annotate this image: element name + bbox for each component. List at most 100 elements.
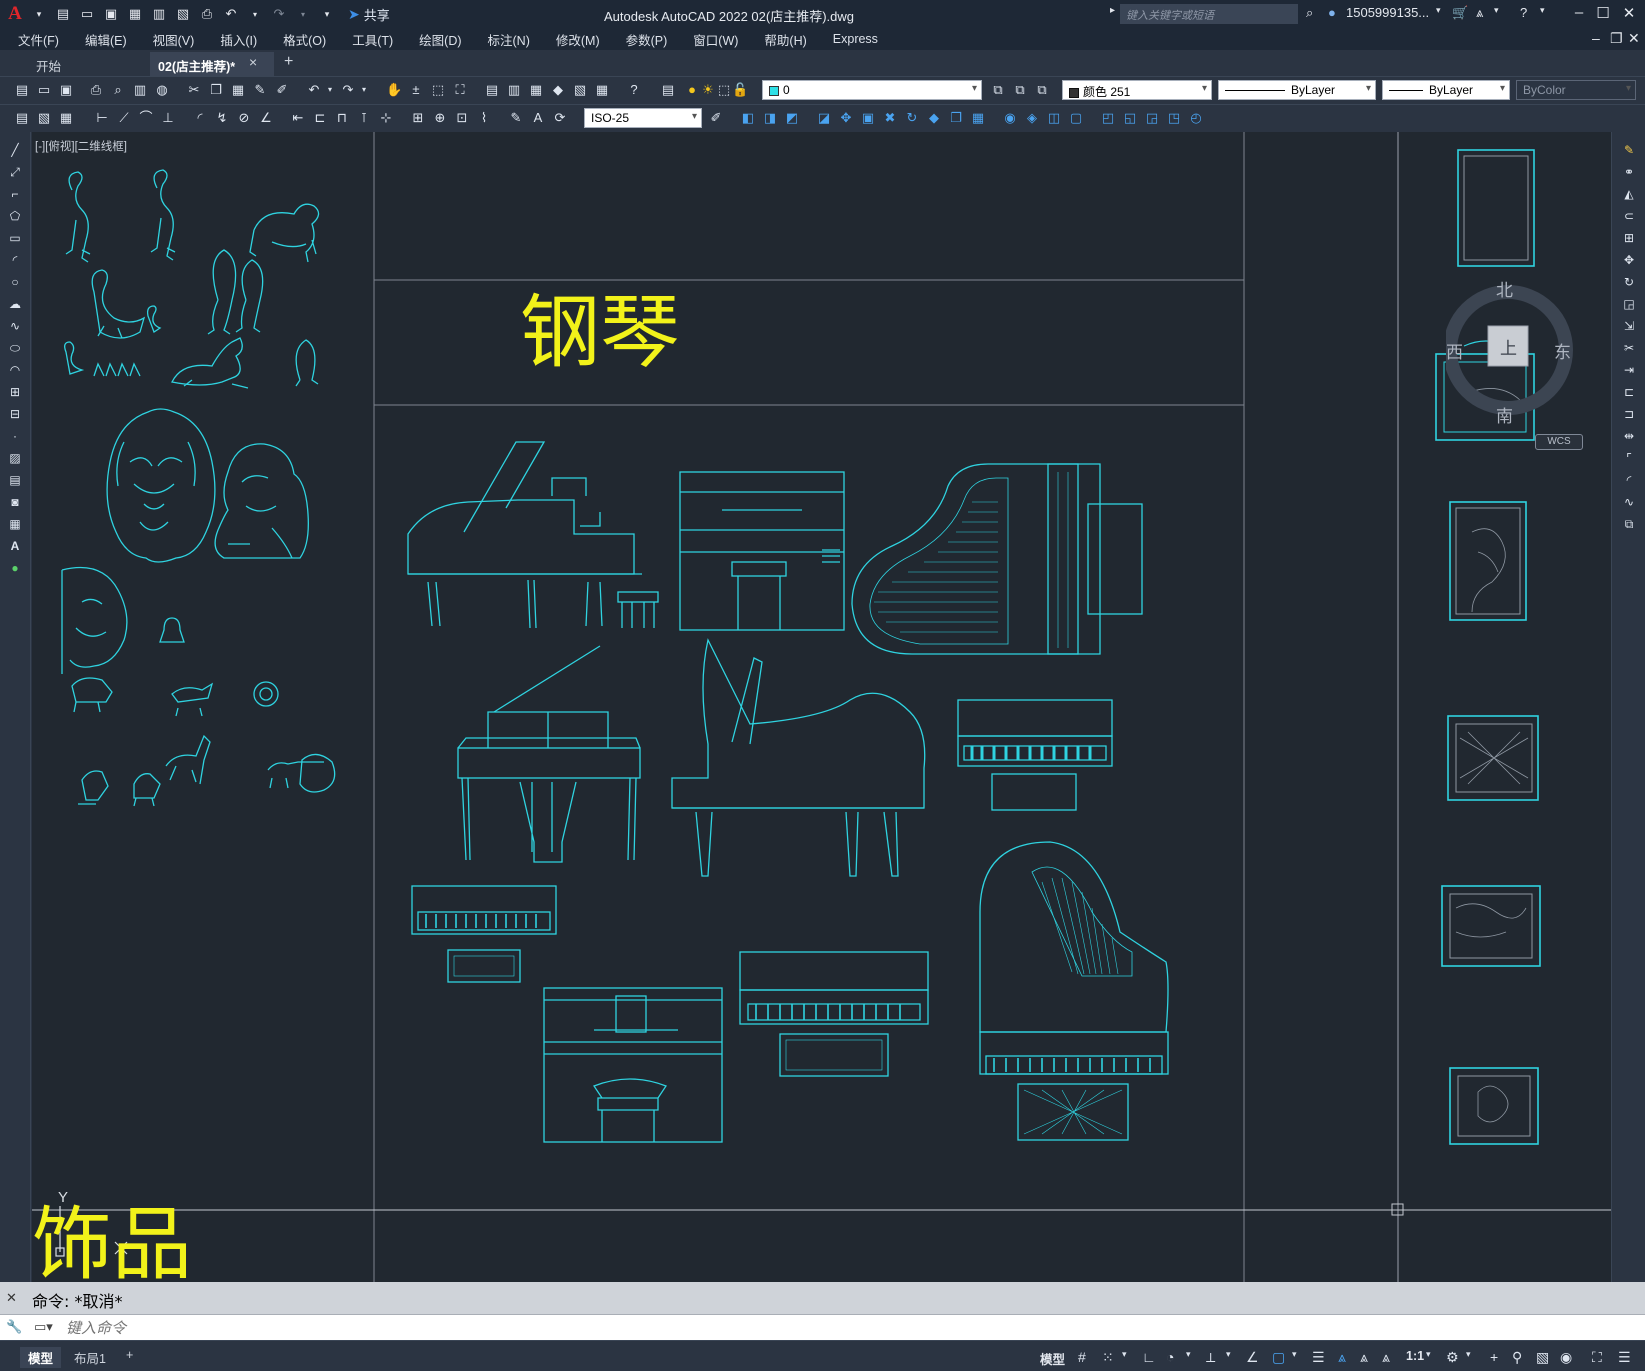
command-input[interactable] (66, 1318, 1626, 1338)
imprint-icon[interactable]: ◉ (1002, 110, 1018, 126)
command-prompt-icon[interactable]: ▭▾ (34, 1319, 53, 1335)
drawing-canvas[interactable]: [-][俯视][二维线框] 钢琴 饰品 Y 北 南 东 西 上 WCS (32, 132, 1611, 1282)
insert-block-icon[interactable]: ⊞ (7, 384, 23, 400)
gradient-icon[interactable]: ▤ (7, 472, 23, 488)
blend-curves-icon[interactable]: ∿ (1621, 494, 1637, 510)
thicken-icon[interactable]: ◲ (1144, 110, 1160, 126)
region-icon[interactable]: ◙ (7, 494, 23, 510)
grid-icon[interactable]: # (1078, 1349, 1086, 1365)
dim-update-icon[interactable]: ⟳ (552, 110, 568, 126)
circle-icon[interactable]: ○ (7, 274, 23, 290)
ortho-icon[interactable]: ∟ (1142, 1349, 1156, 1365)
viewcube[interactable]: 北 南 东 西 上 (1443, 274, 1596, 429)
customization-menu-icon[interactable]: ☰ (1618, 1349, 1631, 1366)
qnew-icon[interactable]: ▤ (14, 82, 30, 98)
move-icon[interactable]: ✥ (1621, 252, 1637, 268)
plot-icon[interactable]: ⎙ (198, 5, 216, 23)
lineweight-dropdown[interactable]: ByLayer ▾ (1382, 80, 1510, 100)
hatch-icon[interactable]: ▨ (7, 450, 23, 466)
layer-states-icon[interactable]: ⧉ (1034, 82, 1050, 98)
draworder-icon[interactable]: ▤ (14, 110, 30, 126)
menu-window[interactable]: 窗口(W) (693, 30, 738, 49)
tolerance-icon[interactable]: ⊞ (410, 110, 426, 126)
paste-icon[interactable]: ▦ (230, 82, 246, 98)
user-icon[interactable]: ● (1328, 5, 1336, 20)
new-tab-button[interactable]: + (284, 53, 293, 71)
viewcube-top-face[interactable]: 上 (1500, 334, 1517, 359)
isolate-objects-icon[interactable]: ◉ (1560, 1349, 1572, 1366)
layer-viewport-icon[interactable]: ⬚ (716, 82, 732, 98)
model-space-button[interactable]: 模型 (1040, 1349, 1065, 1368)
open-icon[interactable]: ▭ (36, 82, 52, 98)
doc-close-button[interactable]: ✕ (1628, 30, 1640, 47)
isodraft-dropdown-icon[interactable]: ▾ (1226, 1349, 1231, 1360)
search-icon[interactable]: ⌕ (1306, 5, 1313, 21)
menu-edit[interactable]: 编辑(E) (85, 30, 127, 49)
extrude-faces-icon[interactable]: ◪ (816, 110, 832, 126)
match-icon[interactable]: ▧ (36, 110, 52, 126)
app-menu-chevron-icon[interactable]: ▾ (30, 5, 48, 23)
isodraft-icon[interactable]: ⟂ (1206, 1349, 1215, 1366)
annotation-scale-icon[interactable]: ⩓ (1382, 1349, 1390, 1366)
radius-dim-icon[interactable]: ◜ (192, 110, 208, 126)
center-mark-icon[interactable]: ⊕ (432, 110, 448, 126)
clean-icon[interactable]: ◈ (1024, 110, 1040, 126)
mirror-icon[interactable]: ◭ (1621, 186, 1637, 202)
object-snap-tracking-icon[interactable]: ∠ (1246, 1349, 1259, 1366)
store-cart-icon[interactable]: 🛒 (1452, 5, 1468, 21)
slice-icon[interactable]: ◱ (1122, 110, 1138, 126)
export-icon[interactable]: ▧ (174, 5, 192, 23)
trim-icon[interactable]: ✂ (1621, 340, 1637, 356)
viewcube-south[interactable]: 南 (1496, 402, 1513, 427)
dim-space-icon[interactable]: ⊺ (356, 110, 372, 126)
join-icon[interactable]: ⇹ (1621, 428, 1637, 444)
undo-dropdown-icon[interactable]: ▾ (246, 5, 264, 23)
clean-screen-icon[interactable]: ⛶ (1592, 1349, 1602, 1366)
make-current-layer-icon[interactable]: ⧉ (990, 82, 1006, 98)
ordinate-dim-icon[interactable]: ⊥ (160, 110, 176, 126)
linear-dim-icon[interactable]: ⊢ (94, 110, 110, 126)
shell-icon[interactable]: ▢ (1068, 110, 1084, 126)
block-editor-icon[interactable]: ✐ (274, 82, 290, 98)
extract-edges-icon[interactable]: ◴ (1188, 110, 1204, 126)
viewcube-west[interactable]: 西 (1446, 338, 1463, 363)
undo-list-icon[interactable]: ▾ (322, 82, 338, 98)
taper-faces-icon[interactable]: ◆ (926, 110, 942, 126)
menu-file[interactable]: 文件(F) (18, 30, 59, 49)
menu-tools[interactable]: 工具(T) (352, 30, 393, 49)
layer-unlock-icon[interactable]: 🔓 (732, 82, 748, 98)
polar-icon[interactable]: ◔ (1166, 1349, 1174, 1365)
polygon-icon[interactable]: ⬠ (7, 208, 23, 224)
menu-express[interactable]: Express (833, 32, 878, 46)
add-layout-button[interactable]: + (118, 1347, 141, 1363)
color-dropdown[interactable]: 颜色 251 ▾ (1062, 80, 1212, 100)
share-button[interactable]: ➤ 共享 (348, 5, 390, 24)
solid-subtract-icon[interactable]: ◨ (762, 110, 778, 126)
annotation-visibility-icon[interactable]: ⩓ (1338, 1349, 1346, 1366)
solid-union-icon[interactable]: ◧ (740, 110, 756, 126)
mtext-icon[interactable]: A (7, 538, 23, 554)
tool-palettes-icon[interactable]: ▦ (528, 82, 544, 98)
dim-break-icon[interactable]: ⊹ (378, 110, 394, 126)
layer-on-bulb-icon[interactable]: ● (684, 82, 700, 98)
spline-icon[interactable]: ∿ (7, 318, 23, 334)
user-dropdown-icon[interactable]: ▾ (1436, 5, 1441, 16)
a360-dropdown-icon[interactable]: ▾ (1494, 5, 1499, 16)
close-button[interactable]: ✕ (1618, 4, 1640, 24)
menu-insert[interactable]: 插入(I) (220, 30, 257, 49)
redo-list-icon[interactable]: ▾ (356, 82, 372, 98)
menu-draw[interactable]: 绘图(D) (419, 30, 461, 49)
zoom-realtime-icon[interactable]: ± (408, 82, 424, 98)
aligned-dim-icon[interactable]: ⟋ (116, 110, 132, 126)
fillet-icon[interactable]: ◜ (1621, 472, 1637, 488)
rectangle-icon[interactable]: ▭ (7, 230, 23, 246)
ellipse-icon[interactable]: ⬭ (7, 340, 23, 356)
publish-icon[interactable]: ▥ (132, 82, 148, 98)
nav-expand-icon[interactable]: ▸ (1110, 5, 1115, 16)
jogged-dim-icon[interactable]: ↯ (214, 110, 230, 126)
help-icon[interactable]: ? (1520, 5, 1527, 20)
rotate-icon[interactable]: ↻ (1621, 274, 1637, 290)
copy-faces-icon[interactable]: ❐ (948, 110, 964, 126)
quickcalc-icon[interactable]: ▦ (594, 82, 610, 98)
markup-icon[interactable]: ▧ (572, 82, 588, 98)
